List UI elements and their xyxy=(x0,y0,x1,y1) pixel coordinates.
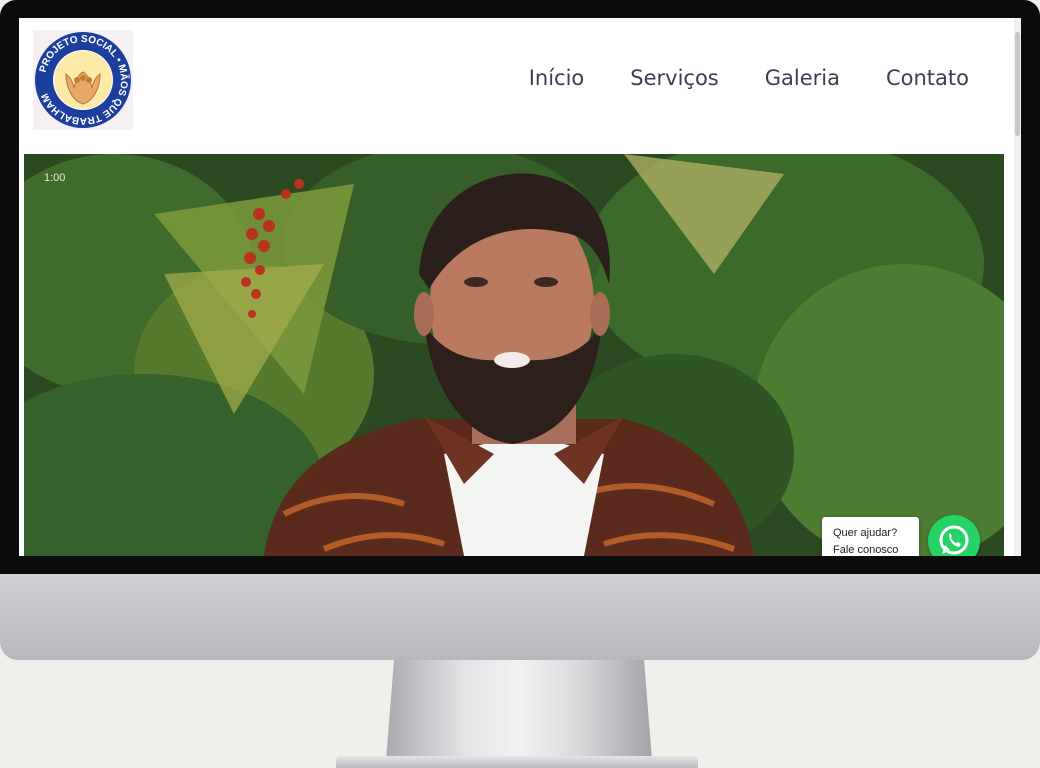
page-scrollbar-thumb[interactable] xyxy=(1015,32,1020,136)
monitor-stand-base xyxy=(336,756,698,768)
hero-video[interactable]: 1:00 xyxy=(24,154,1004,556)
nav-link-galeria[interactable]: Galeria xyxy=(765,66,840,90)
whatsapp-callout[interactable]: Quer ajudar? Fale conosco xyxy=(822,517,919,556)
whatsapp-button[interactable] xyxy=(928,515,980,556)
site-header: PROJETO SOCIAL • MÃOS QUE TRABALHAM Iníc… xyxy=(19,18,1014,154)
whatsapp-callout-line2: Fale conosco xyxy=(833,544,899,556)
page-scrollbar[interactable] xyxy=(1014,18,1021,556)
whatsapp-icon xyxy=(939,525,969,555)
logo-emblem: PROJETO SOCIAL • MÃOS QUE TRABALHAM xyxy=(33,30,133,130)
video-timestamp: 1:00 xyxy=(44,172,66,184)
whatsapp-callout-line1: Quer ajudar? xyxy=(833,527,898,539)
nav-link-servicos[interactable]: Serviços xyxy=(630,66,718,90)
video-frame xyxy=(24,154,1004,556)
browser-viewport: PROJETO SOCIAL • MÃOS QUE TRABALHAM Iníc… xyxy=(19,18,1021,556)
site-logo[interactable]: PROJETO SOCIAL • MÃOS QUE TRABALHAM xyxy=(33,30,133,130)
nav-link-inicio[interactable]: Início xyxy=(529,66,585,90)
nav-link-contato[interactable]: Contato xyxy=(886,66,969,90)
monitor-chin xyxy=(0,574,1040,660)
main-nav: Início Serviços Galeria Contato xyxy=(529,66,969,90)
monitor-stand xyxy=(386,660,652,760)
